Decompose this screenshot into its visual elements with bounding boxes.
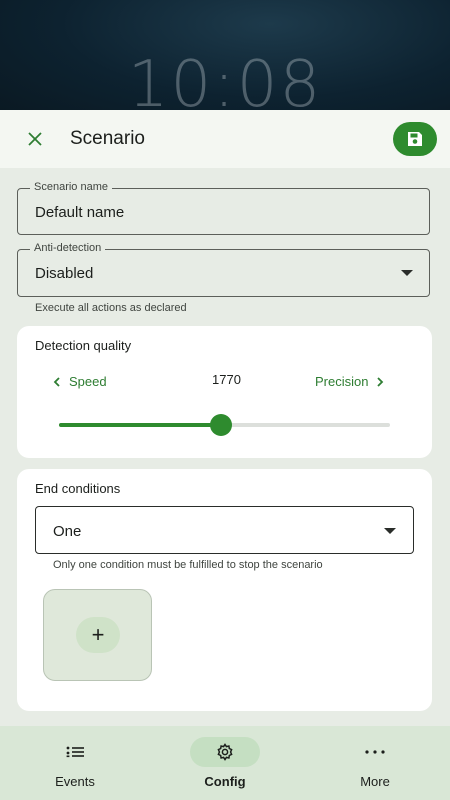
lockscreen-background: 10:08 bbox=[0, 0, 450, 122]
speed-label: Speed bbox=[69, 374, 107, 389]
end-conditions-dropdown[interactable]: One bbox=[35, 506, 414, 554]
bottom-navigation: Events Config More bbox=[0, 726, 450, 800]
slider-thumb[interactable] bbox=[210, 414, 233, 436]
anti-detection-helper: Execute all actions as declared bbox=[35, 302, 187, 314]
end-conditions-title: End conditions bbox=[35, 481, 121, 496]
speed-button[interactable]: Speed bbox=[53, 374, 107, 389]
detection-quality-slider[interactable] bbox=[59, 414, 390, 436]
detection-quality-title: Detection quality bbox=[35, 338, 132, 353]
detection-quality-value: 1770 bbox=[212, 372, 241, 387]
anti-detection-value: Disabled bbox=[35, 265, 94, 282]
end-conditions-helper: Only one condition must be fulfilled to … bbox=[53, 559, 323, 571]
nav-label-config: Config bbox=[204, 774, 246, 789]
nav-item-more[interactable]: More bbox=[300, 726, 450, 800]
nav-label-events: Events bbox=[55, 774, 95, 789]
gear-icon bbox=[217, 743, 233, 761]
anti-detection-label: Anti-detection bbox=[30, 242, 106, 254]
dropdown-arrow-icon bbox=[384, 528, 396, 534]
nav-icon-container bbox=[340, 737, 410, 767]
more-horizontal-icon bbox=[365, 750, 385, 754]
chevron-left-icon bbox=[53, 376, 60, 387]
nav-icon-container-active bbox=[190, 737, 260, 767]
slider-fill bbox=[59, 423, 222, 427]
anti-detection-dropdown[interactable]: Anti-detection Disabled bbox=[17, 242, 430, 297]
top-app-bar: Scenario bbox=[0, 110, 450, 168]
save-icon bbox=[408, 132, 422, 146]
chevron-right-icon bbox=[377, 376, 384, 387]
nav-icon-container bbox=[40, 737, 110, 767]
save-button[interactable] bbox=[393, 122, 437, 156]
precision-button[interactable]: Precision bbox=[315, 374, 384, 389]
close-icon bbox=[28, 132, 42, 146]
page-title: Scenario bbox=[70, 128, 145, 149]
add-condition-button[interactable]: + bbox=[43, 589, 152, 681]
detection-quality-card: Detection quality Speed 1770 Precision bbox=[17, 326, 432, 458]
precision-label: Precision bbox=[315, 374, 369, 389]
scenario-name-label: Scenario name bbox=[30, 181, 112, 193]
events-list-icon bbox=[66, 746, 84, 758]
dropdown-arrow-icon bbox=[401, 270, 413, 276]
end-conditions-card: End conditions One Only one condition mu… bbox=[17, 469, 432, 711]
add-icon: + bbox=[76, 617, 120, 653]
nav-item-events[interactable]: Events bbox=[0, 726, 150, 800]
scenario-name-field[interactable]: Scenario name Default name bbox=[17, 181, 430, 235]
end-conditions-value: One bbox=[53, 523, 82, 540]
scenario-name-value: Default name bbox=[35, 204, 125, 221]
close-button[interactable] bbox=[20, 124, 50, 154]
nav-label-more: More bbox=[360, 774, 390, 789]
nav-item-config[interactable]: Config bbox=[150, 726, 300, 800]
scenario-sheet: Scenario Scenario name Default name Anti… bbox=[0, 110, 450, 800]
